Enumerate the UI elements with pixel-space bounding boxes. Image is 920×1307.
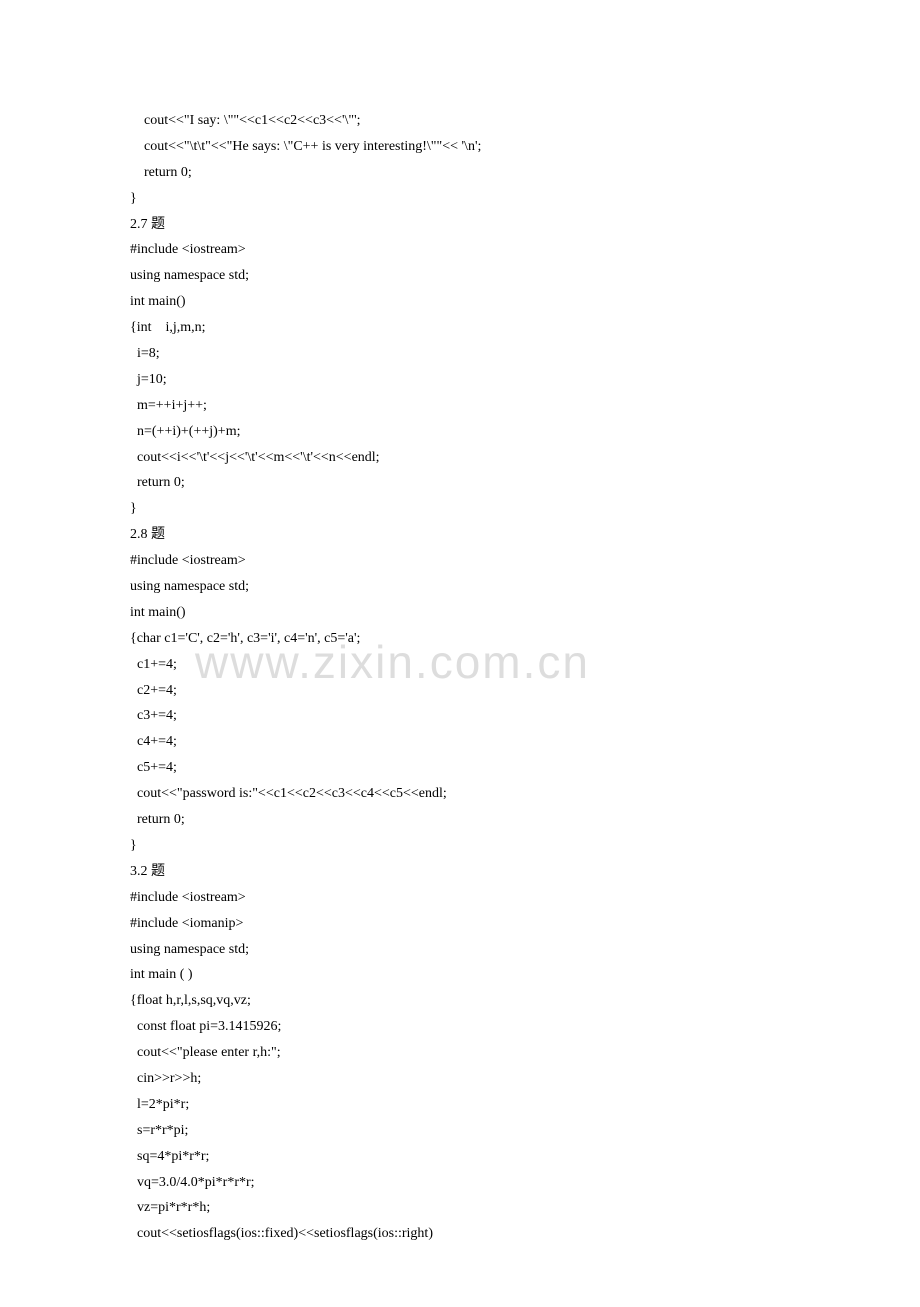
code-line: cout<<"\t\t"<<"He says: \"C++ is very in…	[130, 134, 790, 160]
code-line: cout<<"password is:"<<c1<<c2<<c3<<c4<<c5…	[130, 781, 790, 807]
code-line: c3+=4;	[130, 703, 790, 729]
code-line: c1+=4;	[130, 652, 790, 678]
code-line: int main()	[130, 600, 790, 626]
code-line: #include <iostream>	[130, 237, 790, 263]
section-heading: 3.2 题	[130, 859, 790, 885]
code-line: m=++i+j++;	[130, 393, 790, 419]
code-line: int main ( )	[130, 962, 790, 988]
code-line: using namespace std;	[130, 574, 790, 600]
code-line: return 0;	[130, 807, 790, 833]
code-line: }	[130, 496, 790, 522]
code-line: vq=3.0/4.0*pi*r*r*r;	[130, 1170, 790, 1196]
code-line: cout<<"please enter r,h:";	[130, 1040, 790, 1066]
code-line: c5+=4;	[130, 755, 790, 781]
code-line: {char c1='C', c2='h', c3='i', c4='n', c5…	[130, 626, 790, 652]
code-line: {float h,r,l,s,sq,vq,vz;	[130, 988, 790, 1014]
section-heading: 2.8 题	[130, 522, 790, 548]
code-line: sq=4*pi*r*r;	[130, 1144, 790, 1170]
code-line: j=10;	[130, 367, 790, 393]
code-line: i=8;	[130, 341, 790, 367]
code-content: cout<<"I say: \""<<c1<<c2<<c3<<'\"'; cou…	[130, 108, 790, 1247]
code-line: n=(++i)+(++j)+m;	[130, 419, 790, 445]
code-line: cout<<"I say: \""<<c1<<c2<<c3<<'\"';	[130, 108, 790, 134]
code-line: #include <iostream>	[130, 885, 790, 911]
code-line: return 0;	[130, 160, 790, 186]
code-line: const float pi=3.1415926;	[130, 1014, 790, 1040]
code-line: using namespace std;	[130, 263, 790, 289]
code-line: c2+=4;	[130, 678, 790, 704]
code-line: l=2*pi*r;	[130, 1092, 790, 1118]
code-line: #include <iomanip>	[130, 911, 790, 937]
code-line: c4+=4;	[130, 729, 790, 755]
code-line: return 0;	[130, 470, 790, 496]
code-line: vz=pi*r*r*h;	[130, 1195, 790, 1221]
code-line: cout<<i<<'\t'<<j<<'\t'<<m<<'\t'<<n<<endl…	[130, 445, 790, 471]
code-line: #include <iostream>	[130, 548, 790, 574]
code-line: using namespace std;	[130, 937, 790, 963]
code-line: {int i,j,m,n;	[130, 315, 790, 341]
code-line: cout<<setiosflags(ios::fixed)<<setiosfla…	[130, 1221, 790, 1247]
section-heading: 2.7 题	[130, 212, 790, 238]
code-line: }	[130, 186, 790, 212]
code-line: s=r*r*pi;	[130, 1118, 790, 1144]
code-line: int main()	[130, 289, 790, 315]
code-line: cin>>r>>h;	[130, 1066, 790, 1092]
code-line: }	[130, 833, 790, 859]
